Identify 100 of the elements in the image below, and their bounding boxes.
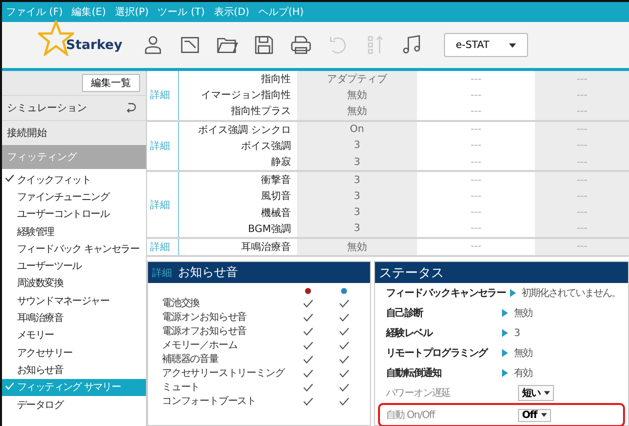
refresh-icon[interactable]: [124, 101, 138, 115]
setting-label: イマージョン指向性: [200, 88, 292, 102]
setting-label: 衝撃音: [260, 174, 292, 188]
notification-label: 電源オンお知らせ音: [161, 310, 248, 324]
arrow-icon: [502, 349, 508, 358]
music-note-icon[interactable]: [401, 34, 423, 56]
arrow-icon: [502, 369, 508, 378]
table-cell: ---: [535, 122, 629, 138]
table-cell: 3: [297, 172, 417, 188]
table-cell: 3: [297, 220, 417, 237]
checkmark-icon[interactable]: [339, 368, 349, 378]
sidebar-link[interactable]: 接続開始: [2, 120, 146, 145]
table-cell: ---: [535, 71, 629, 88]
sidebar-item[interactable]: フィードバック キャンセラー: [2, 240, 146, 258]
setting-label: 指向性: [260, 72, 292, 86]
setting-label: パワーオン遅延: [386, 387, 452, 400]
caret-icon: [509, 42, 516, 48]
save-icon[interactable]: [253, 34, 275, 56]
sidebar-section-header: フィッティング: [2, 145, 146, 169]
table-cell: ---: [535, 103, 629, 120]
setting-label: ボイス強調: [240, 140, 292, 153]
edit-list-button[interactable]: 編集一覧: [82, 74, 140, 92]
checkmark-icon: [5, 382, 14, 390]
table-cell: 無効: [297, 87, 417, 104]
sidebar-item[interactable]: アクセサリー: [2, 344, 146, 362]
notification-label: メモリー／ホーム: [161, 339, 238, 352]
table-cell: 3: [297, 138, 417, 154]
arrow-icon: [510, 289, 516, 298]
sidebar-item[interactable]: クイックフィット: [2, 171, 146, 188]
table-cell: ---: [535, 172, 629, 188]
caret-icon: [544, 391, 550, 396]
setting-label: 指向性プラス: [230, 104, 292, 118]
checkmark-icon[interactable]: [303, 382, 313, 392]
checkmark-icon[interactable]: [303, 298, 313, 308]
checkmark-icon[interactable]: [339, 354, 349, 364]
status-value: 初期化されていません。: [522, 286, 621, 300]
notification-label: 補聴器の音量: [161, 352, 220, 366]
checkmark-icon[interactable]: [339, 340, 349, 350]
value-dropdown[interactable]: Off: [518, 408, 551, 422]
notification-label: コンフォートブースト: [161, 394, 258, 408]
status-value: 有効: [514, 366, 532, 380]
brand-logo: Starkey: [66, 38, 122, 52]
value-dropdown[interactable]: 短い: [518, 385, 554, 402]
notification-label: アクセサリーストリーミング: [161, 367, 286, 380]
checkmark-icon[interactable]: [339, 396, 349, 406]
sidebar-link[interactable]: シミュレーション: [2, 95, 146, 120]
sidebar-item[interactable]: お知らせ音: [2, 361, 146, 379]
status-label: 経験レベル: [386, 326, 434, 340]
table-cell: ---: [535, 154, 629, 170]
window-icon[interactable]: [179, 34, 201, 56]
arrow-icon: [502, 309, 508, 318]
sidebar-item[interactable]: 周波数変換: [2, 274, 146, 292]
table-cell: ---: [535, 204, 629, 221]
printer-icon[interactable]: [290, 34, 312, 56]
table-cell: On: [297, 122, 417, 138]
table-cell: ---: [535, 87, 629, 104]
setting-label: ボイス強調 シンクロ: [196, 124, 292, 137]
person-icon[interactable]: [142, 34, 164, 56]
checkmark-icon[interactable]: [339, 326, 349, 336]
setting-label: BGM強調: [246, 222, 292, 236]
checkmark-icon[interactable]: [303, 326, 313, 336]
table-cell: ---: [535, 220, 629, 237]
status-value: 3: [514, 328, 520, 339]
panel-title: お知らせ音: [178, 264, 238, 282]
sidebar-item[interactable]: ユーザーコントロール: [2, 206, 146, 223]
checkmark-icon[interactable]: [303, 354, 313, 364]
product-dropdown[interactable]: e-STAT: [444, 33, 528, 57]
setting-label: 耳鳴治療音: [240, 240, 292, 254]
checkmark-icon[interactable]: [303, 312, 313, 322]
status-label: フィードバックキャンセラー: [386, 287, 506, 300]
setting-label: 自動 On/Off: [386, 409, 436, 422]
setting-label: 風切音: [260, 190, 292, 204]
sidebar-item[interactable]: ユーザーツール: [2, 257, 146, 275]
status-label: リモートプログラミング: [386, 346, 489, 360]
checkmark-icon[interactable]: [339, 382, 349, 392]
checkmark-icon[interactable]: [339, 298, 349, 308]
table-cell: ---: [535, 138, 629, 154]
checkmark-icon[interactable]: [339, 312, 349, 322]
arrow-icon: [502, 329, 508, 338]
caret-icon: [540, 413, 547, 418]
sidebar-item[interactable]: メモリー: [2, 326, 146, 344]
checkmark-icon[interactable]: [303, 340, 313, 350]
table-cell: 無効: [297, 103, 417, 120]
sidebar-item[interactable]: ファインチューニング: [2, 188, 146, 206]
sidebar-item[interactable]: サウンドマネージャー: [2, 292, 146, 310]
sidebar-item[interactable]: データログ: [2, 396, 146, 414]
table-cell: 無効: [297, 238, 417, 256]
checkmark-icon[interactable]: [303, 368, 313, 378]
status-label: 自動転倒通知: [386, 366, 442, 380]
checkmark-icon[interactable]: [303, 396, 313, 406]
setting-label: 機械音: [260, 206, 292, 220]
details-link[interactable]: 詳細: [152, 266, 172, 280]
status-value: 無効: [514, 306, 532, 320]
notification-label: 電源オフお知らせ音: [161, 324, 248, 338]
table-cell: ---: [535, 238, 629, 256]
sidebar-item[interactable]: 耳鳴治療音: [2, 309, 146, 327]
panel-title: ステータス: [379, 264, 444, 282]
table-cell: 3: [297, 188, 417, 204]
sidebar-item[interactable]: 経験管理: [2, 222, 146, 240]
table-cell: 3: [297, 154, 417, 170]
